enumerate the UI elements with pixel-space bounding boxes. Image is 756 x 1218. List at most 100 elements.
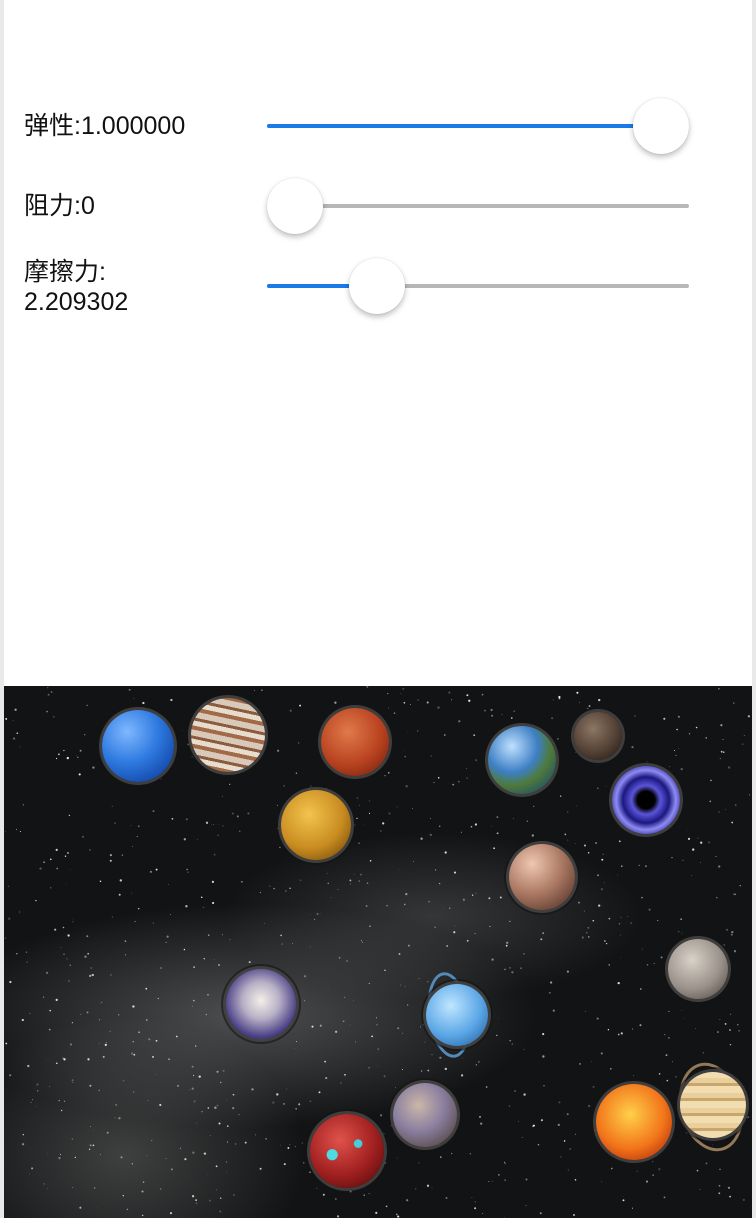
star (388, 772, 390, 774)
star (458, 781, 460, 783)
star (384, 969, 386, 972)
star (682, 859, 684, 861)
star (232, 1093, 235, 1096)
star (69, 964, 71, 966)
star (630, 831, 632, 833)
star (491, 714, 494, 717)
star (407, 1004, 409, 1006)
star (665, 1143, 667, 1144)
slider-thumb[interactable] (349, 258, 405, 314)
star (106, 1131, 109, 1134)
star (54, 928, 57, 931)
nebula-planet-icon[interactable] (226, 969, 296, 1039)
star (668, 1010, 670, 1012)
star (583, 910, 585, 912)
star (587, 852, 590, 854)
star (276, 804, 279, 806)
star (200, 896, 203, 899)
star (49, 858, 52, 861)
star (592, 1085, 595, 1088)
earth-icon[interactable] (488, 726, 556, 794)
star (368, 800, 371, 802)
star (349, 879, 352, 882)
star (718, 865, 721, 868)
elasticity-slider[interactable] (267, 96, 689, 156)
star (588, 705, 591, 707)
star (660, 857, 662, 859)
star (326, 873, 328, 874)
star (99, 1003, 101, 1004)
star (454, 925, 456, 927)
star (493, 847, 495, 850)
star (55, 998, 58, 1002)
moon-icon[interactable] (668, 939, 728, 999)
mars-icon[interactable] (321, 708, 389, 776)
star (272, 1101, 275, 1104)
mercury-icon[interactable] (393, 1083, 457, 1147)
star (422, 1024, 424, 1026)
star (213, 824, 215, 825)
venus-icon[interactable] (281, 790, 351, 860)
rocky-planet-icon[interactable] (509, 844, 575, 910)
star (8, 917, 11, 920)
star (369, 925, 371, 927)
star (734, 804, 737, 806)
star (171, 817, 174, 820)
star (390, 1124, 393, 1127)
damping-slider[interactable] (267, 176, 689, 236)
star (395, 1213, 398, 1216)
star (731, 821, 734, 824)
space-physics-area[interactable] (4, 686, 752, 1218)
star (25, 951, 28, 953)
star (277, 827, 279, 829)
star (510, 717, 513, 719)
friction-slider[interactable] (267, 256, 689, 316)
slider-thumb[interactable] (633, 98, 689, 154)
star (87, 952, 90, 955)
star (137, 907, 140, 910)
star (368, 812, 371, 814)
star (474, 1207, 477, 1210)
saturn-icon[interactable] (680, 1072, 746, 1138)
star (458, 720, 461, 723)
star (491, 958, 494, 961)
jupiter-icon[interactable] (191, 698, 265, 772)
star (29, 1173, 30, 1174)
star (375, 1211, 378, 1215)
star (303, 975, 307, 978)
star (643, 1159, 645, 1161)
star (344, 996, 346, 998)
star (316, 1187, 318, 1189)
star (466, 777, 468, 779)
star (319, 1024, 322, 1027)
lava-planet-icon[interactable] (310, 1114, 384, 1188)
star (445, 1142, 448, 1144)
star (283, 785, 285, 787)
star (633, 1075, 635, 1077)
star (261, 689, 263, 692)
star (697, 837, 699, 839)
star (231, 812, 234, 815)
uranus-icon[interactable] (426, 984, 488, 1046)
star (605, 786, 607, 787)
star (557, 738, 559, 740)
star (567, 1169, 570, 1171)
star (621, 865, 623, 867)
star (404, 755, 407, 758)
star (241, 881, 243, 883)
star (236, 815, 239, 818)
slider-thumb[interactable] (267, 178, 323, 234)
star (669, 766, 670, 768)
star (63, 953, 65, 955)
star (485, 1086, 488, 1088)
star (688, 733, 691, 735)
neptune-icon[interactable] (102, 710, 174, 782)
star (597, 874, 599, 877)
star (248, 961, 251, 964)
small-moon-icon[interactable] (574, 712, 622, 760)
star (279, 1144, 281, 1146)
star (641, 896, 643, 899)
star (575, 1133, 577, 1135)
black-hole-icon[interactable] (612, 766, 680, 834)
sun-icon[interactable] (596, 1084, 672, 1160)
